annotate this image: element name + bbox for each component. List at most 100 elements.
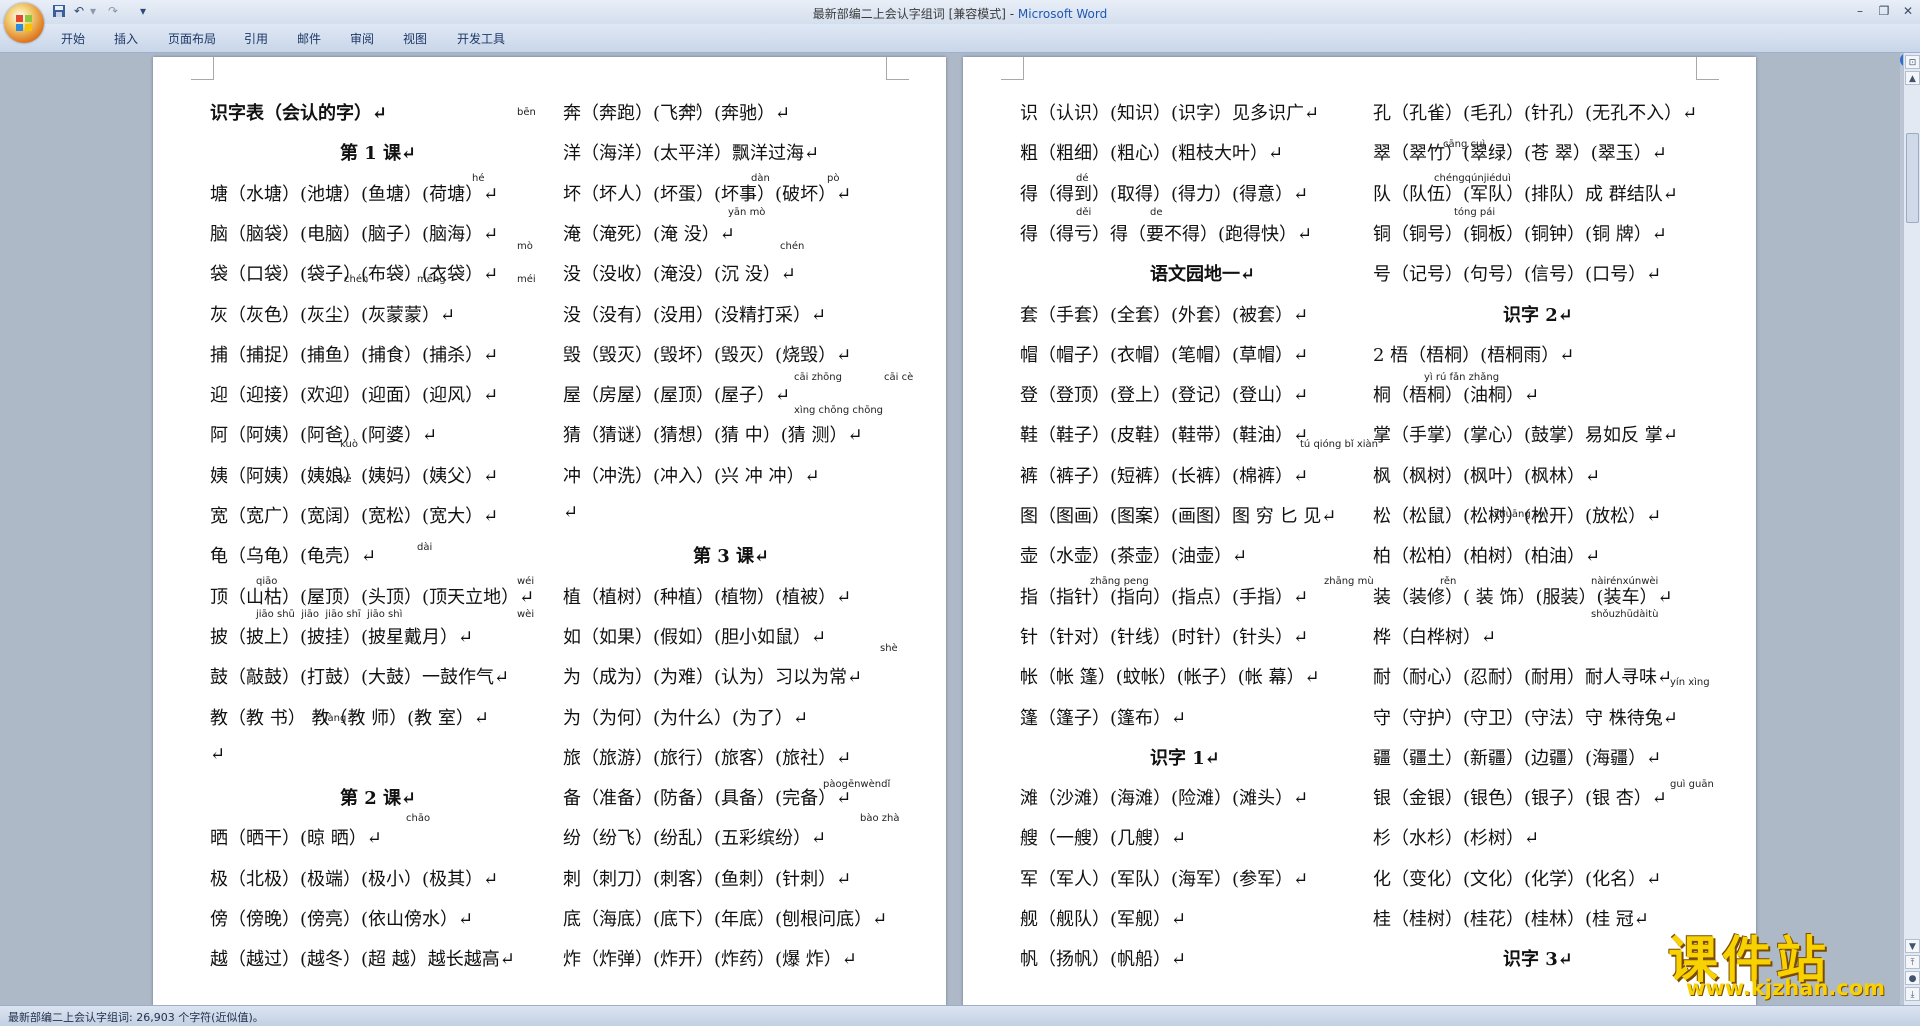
vocab-line: 疆（疆土）(新疆）(边疆）(海疆）↵: [1373, 747, 1662, 769]
pinyin-label: dé: [1076, 173, 1089, 184]
vocab-line: 鼓（敲鼓）(打鼓）(大鼓）一鼓作气↵: [210, 667, 510, 689]
vocab-line: 得（得亏）得（要不得）(跑得快）↵: [1020, 223, 1313, 245]
word-count-status[interactable]: 最新部编二上会认字组词: 26,903 个字符(近似值)。: [8, 1009, 264, 1025]
watermark-logo: 课件站 www.kjzhan.com: [1668, 920, 1904, 1000]
vocab-line: 桂（桂树）(桂花）(桂林）(桂 冠↵: [1373, 909, 1649, 930]
vocab-line: 教（教 书） 教（教 师）(教 室）↵: [210, 707, 489, 729]
pinyin-label: cāi cè: [884, 372, 914, 383]
vocab-line: 帽（帽子）(衣帽）(笔帽）(草帽）↵: [1020, 344, 1309, 366]
pinyin-label: chí: [684, 103, 699, 114]
section-heading: 第 2 课↵: [340, 788, 417, 810]
vocab-line: 没（没有）(没用）(没精打采）↵: [563, 304, 827, 326]
tab-references[interactable]: 引用: [244, 30, 268, 47]
tab-view[interactable]: 视图: [403, 30, 427, 47]
vocab-line: 柏（松柏）(柏树）(柏油）↵: [1373, 546, 1601, 568]
vocab-line: 铜（铜号）(铜板）(铜钟）(铜 牌）↵: [1373, 223, 1667, 245]
pinyin-label: hé: [472, 173, 485, 184]
scroll-thumb[interactable]: [1906, 133, 1919, 223]
scroll-up-icon[interactable]: ▲: [1905, 71, 1920, 85]
margin-mark: [1696, 57, 1719, 80]
next-page-icon[interactable]: ⤓: [1905, 987, 1920, 1001]
section-heading: 第 1 课↵: [340, 143, 417, 165]
tab-home[interactable]: 开始: [61, 30, 85, 47]
vocab-line: 旅（旅游）(旅行）(旅客）(旅社）↵: [563, 747, 852, 769]
vocab-line: 淹（淹死）(淹 没）↵: [563, 223, 735, 245]
vocab-line: 针（针对）(针线）(时针）(针头）↵: [1020, 626, 1309, 648]
vocab-line: 化（变化）(文化）(化学）(化名）↵: [1373, 868, 1662, 890]
vocab-line: 冲（冲洗）(冲入）(兴 冲 冲）↵: [563, 465, 820, 487]
vocab-line: 植（植树）(种植）(植物）(植被）↵: [563, 586, 852, 608]
pinyin-label: ké: [340, 474, 352, 485]
document-workspace[interactable]: 识字表（会认的字）↵ 第 1 课↵ 塘（水塘）(池塘）(鱼塘）(荷塘）↵ 脑（脑袋）(…: [0, 53, 1900, 1005]
vocab-line: 指（指针）(指向）(指点）(手指）↵: [1020, 586, 1309, 608]
vocab-line: 耐（耐心）(忍耐）(耐用）耐人寻味↵: [1373, 667, 1673, 689]
document-page-right[interactable]: 识（认识）(知识）(识字）见多识广↵ 粗（粗细）(粗心）(粗枝大叶）↵ 得（得到）(…: [963, 57, 1756, 1005]
vocab-line: 守（守护）(守卫）(守法）守 株待兔↵: [1373, 707, 1678, 729]
pinyin-label: mò: [517, 241, 533, 252]
pinyin-label: jiāo shū jiāo jiāo shī jiāo shì: [256, 609, 403, 620]
vocab-line: 披（披上）(披挂）(披星戴月）↵: [210, 626, 474, 648]
pinyin-label: wèi: [517, 609, 535, 620]
document-page-left[interactable]: 识字表（会认的字）↵ 第 1 课↵ 塘（水塘）(池塘）(鱼塘）(荷塘）↵ 脑（脑袋）(…: [153, 57, 946, 1005]
previous-page-icon[interactable]: ⤒: [1905, 955, 1920, 969]
vocab-line: ↵: [563, 502, 579, 523]
minimize-icon[interactable]: –: [1848, 3, 1872, 19]
vocab-line: 2 梧（梧桐）(梧桐雨）↵: [1373, 344, 1575, 366]
document-title: 最新部编二上会认字组词 [兼容模式] -: [812, 7, 1018, 21]
section-heading: 识字表（会认的字）↵: [210, 103, 388, 124]
restore-icon[interactable]: ❐: [1872, 3, 1896, 19]
margin-mark: [1001, 57, 1024, 80]
vertical-scrollbar[interactable]: ⊡ ▲ ▼ ⤒ ● ⤓: [1903, 53, 1920, 1005]
vocab-line: 毁（毁灭）(毁坏）(毁灭）(烧毁）↵: [563, 344, 852, 366]
vocab-line: 图（图画）(图案）(画图）图 穷 匕 见↵: [1020, 506, 1337, 527]
margin-mark: [191, 57, 214, 80]
section-heading: 识字 1↵: [1150, 747, 1220, 769]
scroll-down-icon[interactable]: ▼: [1905, 939, 1920, 953]
vocab-line: 龟（乌龟）(龟壳）↵: [210, 546, 377, 568]
vocab-line: 越（越过）(越冬）(超 越）越长越高↵: [210, 949, 515, 971]
ruler-toggle-icon[interactable]: ⊡: [1905, 55, 1920, 69]
vocab-line: ↵: [210, 743, 226, 765]
title-bar: ↶ ▾ ↷ ▾ 最新部编二上会认字组词 [兼容模式] - Microsoft W…: [0, 0, 1920, 43]
vocab-line: 滩（沙滩）(海滩）(险滩）(滩头）↵: [1020, 788, 1309, 810]
pinyin-label: shè: [880, 643, 898, 654]
vocab-line: 银（金银）(银色）(银子）(银 杏）↵: [1373, 788, 1667, 810]
pinyin-label: yín xìng: [1670, 677, 1710, 688]
vocab-line: 帆（扬帆）(帆船）↵: [1020, 949, 1187, 971]
pinyin-label: chén: [780, 241, 805, 252]
pinyin-label: cāng cuì: [1443, 139, 1486, 150]
office-button[interactable]: [4, 3, 44, 43]
vocab-line: 裤（裤子）(短裤）(长裤）(棉裤）↵: [1020, 465, 1309, 487]
vocab-line: 如（如果）(假如）(胆小如鼠）↵: [563, 626, 827, 648]
pinyin-label: wéi: [517, 576, 535, 587]
vocab-line: 姨（阿姨）(姨娘）(姨妈）(姨父）↵: [210, 465, 499, 487]
tab-review[interactable]: 审阅: [350, 30, 374, 47]
vocab-line: 洋（海洋）(太平洋）飘洋过海↵: [563, 143, 820, 165]
office-logo-icon: [16, 15, 32, 31]
pinyin-label: chén: [344, 274, 369, 285]
pinyin-label: zhāng peng: [1090, 576, 1149, 587]
tab-insert[interactable]: 插入: [114, 30, 138, 47]
vocab-line: 套（手套）(全套）(外套）(被套）↵: [1020, 304, 1309, 326]
section-heading: 识字 3↵: [1503, 949, 1573, 971]
vocab-line: 翠（翠竹）(翠绿）(苍 翠）(翠玉）↵: [1373, 143, 1667, 165]
pinyin-label: zhāng mù: [1324, 576, 1374, 587]
watermark-url: www.kjzhan.com: [1686, 976, 1886, 1000]
vocab-line: 极（北极）(极端）(极小）(极其）↵: [210, 868, 499, 890]
tab-developer[interactable]: 开发工具: [457, 30, 505, 47]
vocab-line: 塘（水塘）(池塘）(鱼塘）(荷塘）↵: [210, 183, 499, 205]
pinyin-label: tú qióng bǐ xiàn: [1300, 439, 1379, 450]
close-icon[interactable]: ✕: [1896, 3, 1920, 19]
tab-mailings[interactable]: 邮件: [297, 30, 321, 47]
vocab-line: 壶（水壶）(茶壶）(油壶）↵: [1020, 546, 1248, 568]
vocab-line: 掌（手掌）(掌心）(鼓掌）易如反 掌↵: [1373, 425, 1678, 447]
tab-page-layout[interactable]: 页面布局: [168, 30, 216, 47]
vocab-line: 屋（房屋）(屋顶）(屋子）↵: [563, 385, 791, 407]
vocab-line: 奔（奔跑）(飞奔）(奔驰）↵: [563, 103, 791, 124]
pinyin-label: shǒuzhūdàitù: [1591, 609, 1659, 620]
pinyin-label: yì rú fǎn zhǎng: [1424, 372, 1500, 383]
pinyin-label: zhuāng shì: [1494, 509, 1549, 520]
vocab-line: 登（登顶）(登上）(登记）(登山）↵: [1020, 385, 1309, 407]
browse-object-icon[interactable]: ●: [1905, 971, 1920, 985]
vocab-line: 为（成为）(为难）(认为）习以为常↵: [563, 667, 863, 689]
